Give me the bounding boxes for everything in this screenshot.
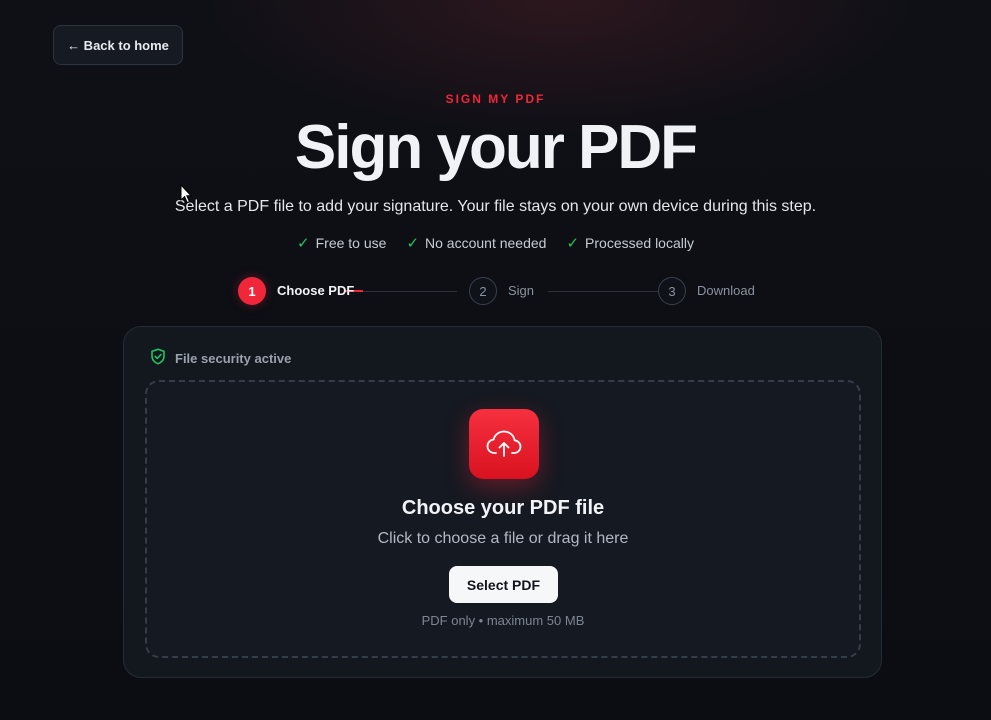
badge-label: Free to use: [315, 235, 387, 251]
step-1-number: 1: [238, 277, 266, 305]
page-subtitle: Select a PDF file to add your signature.…: [174, 198, 817, 215]
file-requirements-note: PDF only • maximum 50 MB: [421, 613, 585, 628]
select-pdf-button[interactable]: Select PDF: [449, 566, 558, 603]
badge-label: Processed locally: [585, 235, 694, 251]
step-3-label: Download: [697, 283, 755, 298]
page-eyebrow: SIGN MY PDF: [445, 92, 546, 106]
step-1-label: Choose PDF: [277, 283, 355, 298]
dropzone-subtitle: Click to choose a file or drag it here: [377, 530, 629, 547]
step-2-number: 2: [469, 277, 497, 305]
progress-stepper: 1 Choose PDF 2 Sign 3 Download: [0, 276, 991, 308]
step-connector-2-3: [548, 291, 658, 292]
file-security-status: File security active: [150, 348, 291, 368]
file-security-label: File security active: [175, 350, 292, 366]
pdf-dropzone[interactable]: Choose your PDF file Click to choose a f…: [145, 380, 861, 658]
cloud-upload-icon: [469, 409, 539, 479]
mouse-cursor-icon: [180, 183, 193, 204]
feature-badges: ✓ Free to use ✓ No account needed ✓ Proc…: [0, 234, 991, 252]
page: ← Back to home SIGN MY PDF Sign your PDF…: [0, 0, 991, 720]
page-title: Sign your PDF: [294, 113, 698, 182]
badge-no-account: ✓ No account needed: [406, 234, 546, 252]
check-icon: ✓: [297, 235, 310, 252]
check-icon: ✓: [566, 235, 580, 252]
step-2-label: Sign: [508, 283, 535, 298]
step-3-number: 3: [658, 277, 686, 305]
badge-label: No account needed: [425, 235, 547, 251]
back-to-home-button[interactable]: ← Back to home: [53, 25, 183, 65]
check-icon: ✓: [406, 235, 420, 252]
badge-processed-locally: ✓ Processed locally: [566, 234, 694, 252]
upload-card: File security active Choose your PDF fil…: [123, 326, 882, 678]
shield-check-icon: [150, 348, 166, 368]
dropzone-title: Choose your PDF file: [401, 497, 605, 519]
badge-free-to-use: ✓ Free to use: [297, 234, 386, 252]
